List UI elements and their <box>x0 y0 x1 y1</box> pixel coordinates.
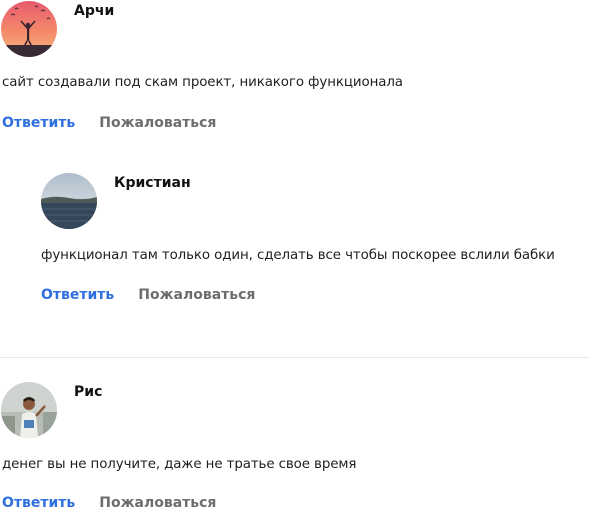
comment-divider <box>0 357 589 358</box>
reply-button[interactable]: Ответить <box>2 115 75 131</box>
comment-text: сайт создавали под скам проект, никакого… <box>2 75 403 90</box>
reply-button[interactable]: Ответить <box>2 495 75 511</box>
report-button[interactable]: Пожаловаться <box>99 495 216 511</box>
avatar[interactable] <box>1 1 57 57</box>
author-name[interactable]: Арчи <box>74 3 114 19</box>
sunset-silhouette-avatar-icon <box>1 1 57 57</box>
avatar[interactable] <box>1 382 57 438</box>
comment-text: денег вы не получите, даже не тратье сво… <box>2 457 357 472</box>
report-button[interactable]: Пожаловаться <box>138 287 255 303</box>
author-name[interactable]: Рис <box>74 384 102 400</box>
author-name[interactable]: Кристиан <box>114 175 191 191</box>
comment-actions: Ответить Пожаловаться <box>41 287 255 303</box>
comment-text: функционал там только один, сделать все … <box>41 248 555 263</box>
lake-landscape-avatar-icon <box>41 173 97 229</box>
avatar[interactable] <box>41 173 97 229</box>
person-photo-avatar-icon <box>1 382 57 438</box>
comment-actions: Ответить Пожаловаться <box>2 115 216 131</box>
report-button[interactable]: Пожаловаться <box>99 115 216 131</box>
reply-button[interactable]: Ответить <box>41 287 114 303</box>
comment-actions: Ответить Пожаловаться <box>2 495 216 511</box>
